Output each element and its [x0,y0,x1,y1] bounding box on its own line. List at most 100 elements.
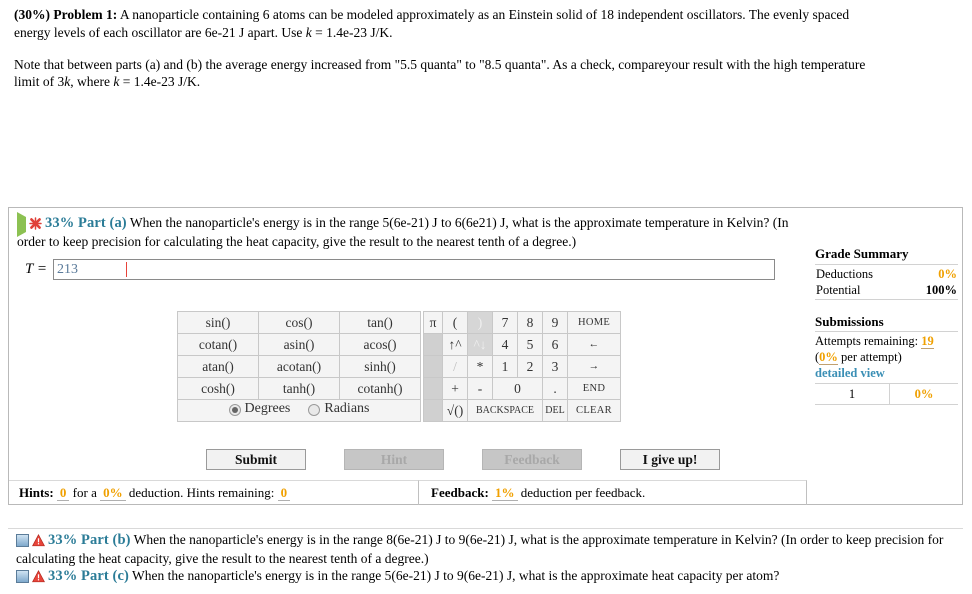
problem-paragraph-1: (30%) Problem 1: A nanoparticle containi… [14,6,872,42]
hints-title: Hints: [19,485,54,500]
key-home[interactable]: HOME [567,311,621,334]
calculator-keypad: sin() cos() tan() cotan() asin() acos() … [177,311,621,422]
function-row: cosh() tanh() cotanh() [177,377,421,400]
submit-button[interactable]: Submit [206,449,306,470]
part-b-label[interactable]: 33% Part (b) [48,532,131,548]
key-backspace[interactable]: BACKSPACE [467,399,543,422]
key-multiply[interactable]: * [467,355,493,378]
divider [815,298,958,300]
grade-deductions-value: 0% [938,266,957,281]
numeric-key-pad: π ( ) 7 8 9 HOME ↑^ ^↓ 4 5 6 ← / * 1 2 3… [423,311,621,422]
numpad-row: ↑^ ^↓ 4 5 6 ← [423,333,621,356]
detailed-view-link[interactable]: detailed view [815,366,885,380]
part-c-question-text: When the nanoparticle's energy is in the… [128,568,780,583]
grade-potential-label: Potential [816,282,861,297]
part-a-label[interactable]: 33% Part (a) [45,215,127,231]
key-decimal-point[interactable]: . [542,377,568,400]
submissions-table: 1 0% [815,383,958,406]
fn-key-sin[interactable]: sin() [177,311,259,334]
radio-degrees[interactable]: Degrees [228,401,290,417]
key-digit-7[interactable]: 7 [492,311,518,334]
per-attempt-pct: 0% [819,350,838,366]
key-sqrt[interactable]: √() [442,399,468,422]
part-c-panel[interactable]: 33% Part (c) When the nanoparticle's ene… [8,565,963,588]
function-row: sin() cos() tan() [177,311,421,334]
fn-key-sinh[interactable]: sinh() [339,355,421,378]
give-up-button[interactable]: I give up! [620,449,720,470]
problem-statement: (30%) Problem 1: A nanoparticle containi… [0,0,972,91]
blue-square-icon[interactable] [16,534,29,547]
key-end[interactable]: END [567,377,621,400]
fn-key-cotan[interactable]: cotan() [177,333,259,356]
hints-for-a-text: for a [72,485,97,500]
hints-count[interactable]: 0 [56,485,70,501]
problem-weight: (30%) [14,7,50,22]
feedback-title: Feedback: [431,485,489,500]
action-button-row: Submit Hint Feedback I give up! [206,449,720,470]
key-spacer [423,355,443,378]
numpad-row: + - 0 . END [423,377,621,400]
fn-key-cotanh[interactable]: cotanh() [339,377,421,400]
hints-summary: Hints: 0 for a 0% deduction. Hints remai… [9,480,419,505]
key-close-paren[interactable]: ) [467,311,493,334]
problem-paragraph-2: Note that between parts (a) and (b) the … [14,56,872,92]
key-divide[interactable]: / [442,355,468,378]
part-c-label[interactable]: 33% Part (c) [48,568,129,584]
key-digit-8[interactable]: 8 [517,311,543,334]
fn-key-asin[interactable]: asin() [258,333,340,356]
function-key-pad: sin() cos() tan() cotan() asin() acos() … [177,311,421,422]
key-clear[interactable]: CLEAR [567,399,621,422]
key-power-down[interactable]: ^↓ [467,333,493,356]
hints-deduction-text: deduction. Hints remaining: [128,485,275,500]
feedback-deduction-pct[interactable]: 1% [492,485,518,501]
answer-input[interactable] [52,259,775,280]
key-digit-6[interactable]: 6 [542,333,568,356]
numpad-row: / * 1 2 3 → [423,355,621,378]
key-arrow-right[interactable]: → [567,355,621,378]
blue-square-icon[interactable] [16,570,29,583]
per-attempt-row: (0% per attempt) [815,349,958,366]
key-digit-9[interactable]: 9 [542,311,568,334]
key-arrow-left[interactable]: ← [567,333,621,356]
fn-key-tan[interactable]: tan() [339,311,421,334]
red-warning-icon [32,570,45,583]
key-digit-2[interactable]: 2 [517,355,543,378]
key-pi[interactable]: π [423,311,443,334]
key-power-up[interactable]: ↑^ [442,333,468,356]
key-spacer [423,333,443,356]
grade-summary-title: Grade Summary [815,246,909,261]
key-del[interactable]: DEL [542,399,568,422]
fn-key-cosh[interactable]: cosh() [177,377,259,400]
key-open-paren[interactable]: ( [442,311,468,334]
fn-key-acotan[interactable]: acotan() [258,355,340,378]
radio-radians[interactable]: Radians [308,401,369,417]
key-spacer [423,377,443,400]
attempts-remaining-row: Attempts remaining: 19 [815,333,958,350]
hints-remaining-count[interactable]: 0 [277,485,291,501]
key-minus[interactable]: - [467,377,493,400]
submissions-title: Submissions [815,313,884,329]
key-spacer [423,399,443,422]
key-plus[interactable]: + [442,377,468,400]
fn-key-acos[interactable]: acos() [339,333,421,356]
problem-note-mid: , where [70,74,114,90]
answer-variable-label: T = [25,261,47,277]
green-play-icon[interactable] [17,212,26,237]
key-digit-4[interactable]: 4 [492,333,518,356]
per-attempt-text: per attempt) [841,350,902,365]
fn-key-tanh[interactable]: tanh() [258,377,340,400]
key-digit-5[interactable]: 5 [517,333,543,356]
hints-deduction-pct[interactable]: 0% [100,485,126,501]
grade-deductions-row: Deductions 0% [815,266,958,282]
attempts-remaining-label: Attempts remaining: [815,334,919,349]
key-digit-1[interactable]: 1 [492,355,518,378]
text-caret [125,262,127,277]
feedback-button: Feedback [482,449,582,470]
grade-potential-value: 100% [925,282,957,297]
part-b-panel[interactable]: 33% Part (b) When the nanoparticle's ene… [8,528,963,570]
key-digit-3[interactable]: 3 [542,355,568,378]
key-digit-0[interactable]: 0 [492,377,543,400]
fn-key-atan[interactable]: atan() [177,355,259,378]
fn-key-cos[interactable]: cos() [258,311,340,334]
